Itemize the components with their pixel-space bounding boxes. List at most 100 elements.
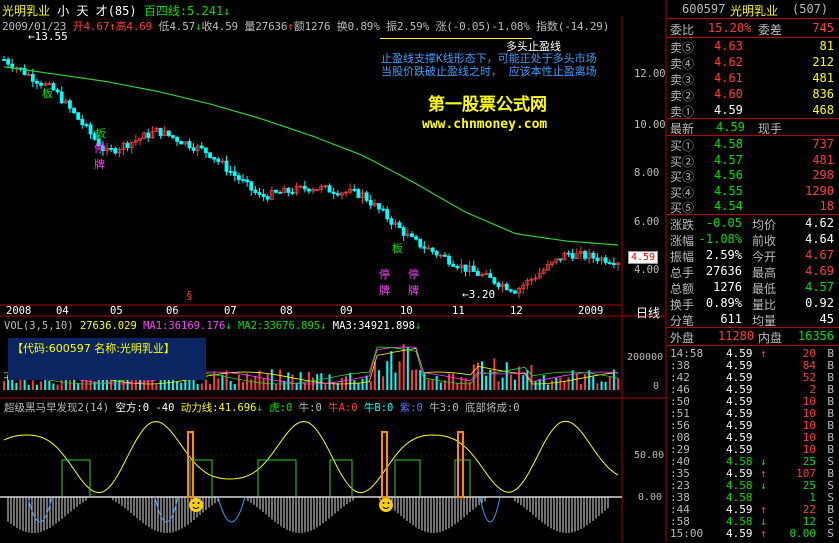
candle-body — [434, 251, 439, 256]
volume-bar — [27, 384, 30, 390]
stock-name: 光明乳业 — [2, 4, 51, 18]
candle-body — [245, 179, 250, 183]
volume-bar — [456, 382, 459, 390]
candle-body — [216, 158, 221, 162]
ind-bottom: 底部将成:0 — [464, 402, 520, 414]
sell-row[interactable]: 卖① 4.59 468 — [668, 103, 838, 119]
candle-body — [249, 181, 254, 191]
brand-url[interactable]: www.chnmoney.com — [422, 117, 547, 132]
ind-niu-a: 牛A:0 — [328, 402, 358, 414]
volume-bar — [419, 370, 422, 390]
candle-body — [2, 59, 6, 61]
volume-bar — [349, 372, 352, 390]
buy-row[interactable]: 买① 4.58 737 — [668, 137, 838, 153]
candle-body — [30, 73, 35, 82]
volume-bar — [233, 383, 236, 390]
volume-bar — [31, 380, 34, 390]
signal-stop-label: 停牌 — [94, 142, 105, 171]
volume-bar — [386, 361, 389, 390]
candle-body — [508, 289, 513, 292]
down-arrow-icon: ↓ — [223, 4, 231, 18]
volume-bar — [382, 376, 385, 390]
signal-stop-label-2: 停牌 — [379, 268, 390, 297]
candle-body — [290, 191, 295, 194]
candle-body — [166, 130, 171, 136]
volume-bar — [324, 382, 327, 390]
candle-body — [352, 189, 357, 191]
candle-body — [410, 233, 414, 238]
candle-body — [595, 257, 600, 262]
candle-body — [253, 189, 258, 193]
period-selector[interactable]: 日线 — [636, 304, 660, 321]
volume-bar — [299, 372, 302, 390]
volume-bar — [328, 374, 331, 390]
volume-bar — [546, 384, 549, 390]
rp-latest-row: 最新 4.59 现手 — [670, 120, 783, 136]
volume-bar — [130, 379, 133, 390]
sell-row[interactable]: 卖② 4.60 836 — [668, 87, 838, 103]
volume-bar — [176, 381, 179, 390]
volume-bar — [415, 369, 418, 390]
candle-body — [171, 135, 175, 138]
volume-bar — [295, 383, 298, 390]
volume-bar — [196, 383, 199, 390]
candle-body — [418, 238, 423, 248]
stat-row: 总手 27636 最高 4.69 — [670, 264, 834, 280]
candle-body — [607, 262, 612, 265]
volume-bar — [217, 378, 220, 390]
volume-bar — [394, 372, 397, 390]
amount-value: 额1276 — [293, 20, 331, 33]
volume-bar — [423, 372, 426, 390]
candle-body — [331, 191, 336, 194]
min-price-label: ←3.20 — [462, 288, 496, 301]
buy-row[interactable]: 买③ 4.56 298 — [668, 168, 838, 184]
volume-bar — [390, 351, 393, 390]
rp-pan-row: 外盘 11280 内盘 16356 — [670, 329, 834, 345]
candle-body — [261, 194, 266, 198]
candle-body — [286, 187, 291, 193]
volume-bar — [435, 375, 438, 390]
rp-weibi-row: 委比 15.20% 委差 745 — [670, 21, 834, 37]
volume-bar — [377, 370, 380, 390]
candle-body — [455, 265, 460, 269]
candle-body — [228, 171, 233, 173]
candle-body — [302, 185, 307, 190]
close-value: 收4.59 — [201, 20, 238, 33]
candle-body — [88, 124, 93, 135]
volume-bar — [518, 366, 521, 390]
ind-tiger: 虎:0 — [269, 402, 293, 414]
buy-row[interactable]: 买② 4.57 481 — [668, 153, 838, 169]
volume-bar — [287, 372, 290, 390]
volume-bar — [221, 374, 224, 390]
volume-bar — [254, 375, 257, 390]
candle-body — [488, 273, 493, 279]
candle-body — [513, 290, 517, 294]
sell-row[interactable]: 卖③ 4.61 481 — [668, 71, 838, 87]
ind-niu: 牛:0 — [298, 402, 322, 414]
candle-body — [368, 200, 373, 206]
buy-row[interactable]: 买④ 4.55 1290 — [668, 184, 838, 200]
rp-name: 光明乳业 — [730, 4, 779, 18]
volume-bar — [188, 379, 191, 390]
smiley-eye — [382, 502, 385, 504]
ind-kong-val: -40 — [155, 402, 175, 414]
candle-body — [566, 252, 571, 255]
candle-body — [125, 142, 130, 149]
candle-body — [55, 89, 60, 93]
volume-bar — [406, 347, 409, 390]
volume-bar — [579, 384, 582, 390]
volume-bar — [369, 381, 372, 390]
volume-bar — [592, 376, 595, 390]
vol-ma3: MA3:34921.898 — [332, 320, 415, 332]
low-value: 低4.57 — [158, 20, 196, 33]
buy-row[interactable]: 买⑤ 4.54 18 — [668, 199, 838, 215]
x-axis-tick-label: 04 — [56, 305, 69, 317]
sell-row[interactable]: 卖④ 4.62 212 — [668, 55, 838, 71]
x-axis-tick-label: 2008 — [6, 305, 32, 317]
candle-body — [570, 253, 575, 259]
sell-row[interactable]: 卖⑤ 4.63 81 — [668, 39, 838, 55]
ind-niu-b: 牛B:0 — [363, 402, 394, 414]
candle-body — [204, 147, 208, 154]
volume-bar — [184, 380, 187, 390]
x-axis-tick-label: 06 — [166, 305, 179, 317]
